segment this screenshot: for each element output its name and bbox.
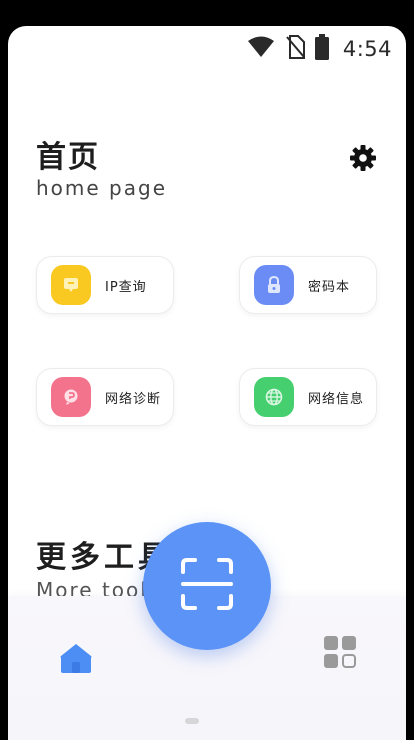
tool-label: 网络诊断 [105, 391, 162, 407]
no-sim-icon [285, 35, 305, 63]
gear-icon [349, 144, 377, 176]
settings-button[interactable] [346, 143, 380, 177]
tool-label: 网络信息 [308, 391, 365, 407]
status-bar: 4:54 [247, 34, 392, 64]
page-subtitle: home page [36, 176, 168, 200]
tool-label: 密码本 [308, 279, 351, 295]
ip-icon [51, 265, 91, 305]
page-title: 首页 [36, 140, 100, 175]
tool-card-ip-lookup[interactable]: IP查询 [36, 256, 174, 314]
tool-card-network-info[interactable]: 网络信息 [239, 368, 377, 426]
status-time: 4:54 [342, 37, 392, 61]
nav-home-button[interactable] [56, 640, 96, 680]
scan-button[interactable] [143, 522, 271, 650]
home-icon [59, 642, 93, 678]
tool-card-password-book[interactable]: 密码本 [239, 256, 377, 314]
grid-icon [323, 635, 357, 673]
lock-icon [254, 265, 294, 305]
scan-icon [179, 556, 235, 616]
wifi-icon [247, 36, 275, 62]
tool-card-network-diagnosis[interactable]: 网络诊断 [36, 368, 174, 426]
diagnose-icon [51, 377, 91, 417]
app-screen: 4:54 首页 home page IP查询 密码本 网络诊断 网络信息 更多工… [8, 26, 406, 740]
home-indicator [185, 718, 199, 724]
tool-label: IP查询 [105, 279, 147, 295]
globe-icon [254, 377, 294, 417]
battery-icon [314, 34, 329, 64]
nav-grid-button[interactable] [320, 634, 360, 674]
